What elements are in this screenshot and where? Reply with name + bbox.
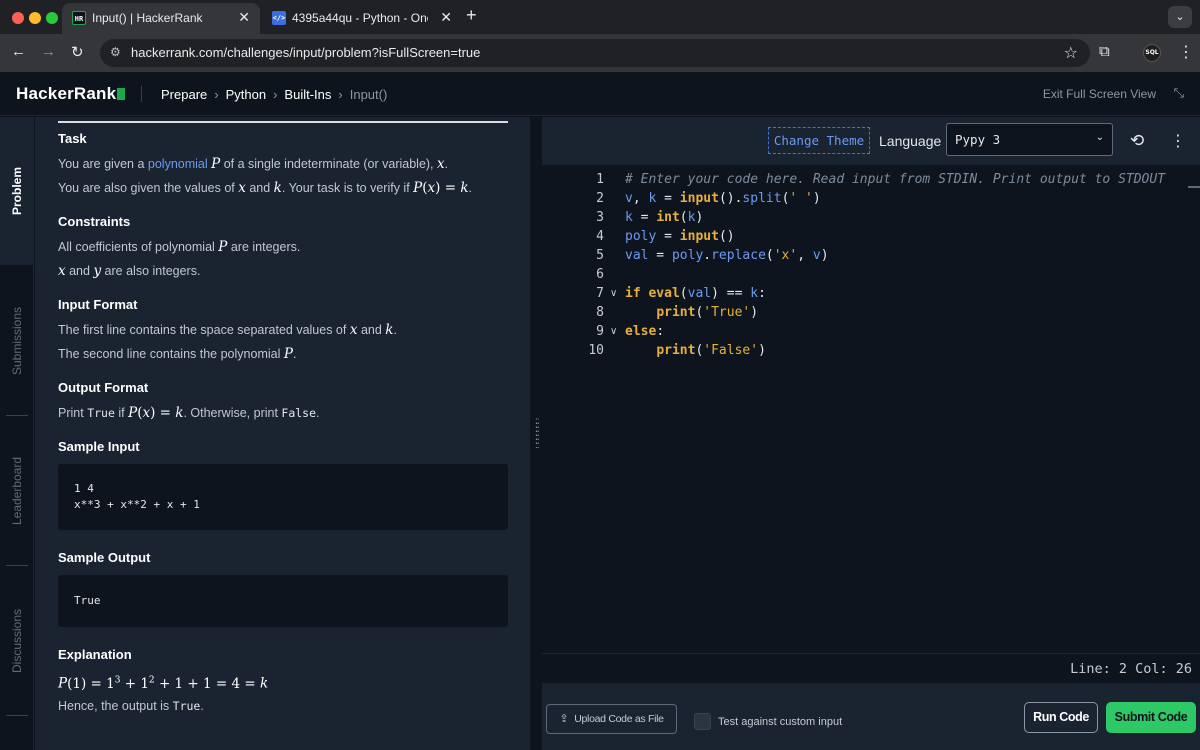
fold-chevron-icon[interactable]: ∨ <box>610 284 617 303</box>
upload-code-button[interactable]: ⇪ Upload Code as File <box>546 704 677 734</box>
code-line-2: v, k = input().split(' ') <box>625 191 821 206</box>
maximize-window-button[interactable] <box>46 12 58 24</box>
site-header: HackerRank Prepare › Python › Built-Ins › Inpu… <box>0 72 1200 116</box>
sample-output-block: True <box>58 575 508 627</box>
restore-history-icon[interactable]: ⟲ <box>1130 131 1144 151</box>
browser-tab-bar: HR Input() | HackerRank ✕ </> 4395a44qu … <box>0 0 1200 34</box>
code-line-3: k = int(k) <box>625 210 704 225</box>
action-bar: ⇪ Upload Code as File Test against custom… <box>542 683 1200 750</box>
upload-icon: ⇪ <box>559 713 569 725</box>
task-text-1: You are given a polynomial P of a single… <box>58 156 449 172</box>
editor-toolbar: Change Theme Language Pypy 3 ⌄ ⟲ ⋮ <box>542 117 1200 165</box>
tab-onecompiler[interactable]: </> 4395a44qu - Python - OneCo ✕ <box>262 3 462 34</box>
fold-chevron-icon[interactable]: ∨ <box>610 322 617 341</box>
minimize-window-button[interactable] <box>29 12 41 24</box>
output-format-text: Print True if P(x) = k. Otherwise, print… <box>58 405 320 421</box>
url-field[interactable]: ⚙ hackerrank.com/challenges/input/proble… <box>100 39 1090 67</box>
constraint-2: x and y are also integers. <box>58 263 201 279</box>
tab-hackerrank[interactable]: HR Input() | HackerRank ✕ <box>62 3 260 34</box>
code-favicon-icon: </> <box>272 11 286 25</box>
close-tab-icon[interactable]: ✕ <box>440 9 452 26</box>
change-theme-button[interactable]: Change Theme <box>768 127 870 154</box>
editor-panel: Change Theme Language Pypy 3 ⌄ ⟲ ⋮ 1 2 3… <box>542 117 1200 750</box>
code-line-8: print('True') <box>656 305 759 320</box>
address-bar: ← → ↻ ⚙ hackerrank.com/challenges/input/… <box>0 34 1200 72</box>
rail-tab-problem[interactable]: Problem <box>0 117 34 265</box>
line-number-gutter: 1 2 3 4 5 6 7 ∨ 8 9 ∨ 10 <box>588 172 618 358</box>
constraints-heading: Constraints <box>58 214 131 229</box>
tab-search-chevron-icon[interactable]: ⌄ <box>1168 6 1192 28</box>
back-arrow-icon[interactable]: ← <box>11 43 26 60</box>
site-settings-icon[interactable]: ⚙ <box>110 45 121 59</box>
breadcrumb: Prepare › Python › Built-Ins › Input() <box>161 87 388 102</box>
editor-scrollbar[interactable] <box>1188 186 1200 188</box>
sample-input-heading: Sample Input <box>58 439 140 454</box>
explanation-text: Hence, the output is True. <box>58 698 204 713</box>
polynomial-link[interactable]: polynomial <box>148 157 208 171</box>
run-code-button[interactable]: Run Code <box>1024 702 1098 733</box>
url-text: hackerrank.com/challenges/input/problem?… <box>131 45 481 60</box>
breadcrumb-python[interactable]: Python <box>226 87 266 102</box>
output-format-heading: Output Format <box>58 380 149 395</box>
constraint-1: All coefficients of polynomial P are int… <box>58 239 301 255</box>
tab-title: Input() | HackerRank <box>92 11 203 25</box>
input-format-1: The first line contains the space separa… <box>58 322 397 338</box>
forward-arrow-icon[interactable]: → <box>41 43 56 60</box>
rail-tab-discussions[interactable]: Discussions <box>0 567 34 715</box>
custom-input-checkbox[interactable] <box>694 713 711 730</box>
task-heading: Task <box>58 131 87 146</box>
language-value: Pypy 3 <box>955 132 1001 147</box>
profile-avatar[interactable]: SQL <box>1143 44 1161 62</box>
side-rail: Problem Submissions Leaderboard Discussi… <box>0 117 34 750</box>
chevron-down-icon: ⌄ <box>1095 132 1104 143</box>
sample-input-block: 1 4 x**3 + x**2 + x + 1 <box>58 464 508 530</box>
extensions-puzzle-icon[interactable]: ⧉ <box>1099 43 1110 60</box>
bookmark-star-icon[interactable]: ☆ <box>1064 43 1078 63</box>
code-line-5: val = poly.replace('x', v) <box>625 248 829 263</box>
breadcrumb-current: Input() <box>349 87 388 102</box>
editor-status-bar: Line: 2 Col: 26 <box>542 653 1200 683</box>
new-tab-icon[interactable]: + <box>466 5 477 26</box>
code-line-4: poly = input() <box>625 229 735 244</box>
breadcrumb-built-ins[interactable]: Built-Ins <box>284 87 331 102</box>
resize-handle[interactable]: :::::::::::::: <box>535 417 539 451</box>
code-line-9: else: <box>625 324 665 339</box>
code-line-10: print('False') <box>656 343 766 358</box>
problem-panel: Task You are given a polynomial P of a s… <box>35 117 530 750</box>
exit-fullscreen-link[interactable]: Exit Full Screen View <box>1043 87 1156 101</box>
tab-title: 4395a44qu - Python - OneCo <box>292 11 428 25</box>
cursor-position: Line: 2 Col: 26 <box>1070 661 1192 677</box>
sample-output-heading: Sample Output <box>58 550 151 565</box>
close-window-button[interactable] <box>12 12 24 24</box>
language-label: Language <box>879 133 942 149</box>
submit-code-button[interactable]: Submit Code <box>1106 702 1196 733</box>
hackerrank-logo[interactable]: HackerRank <box>16 84 126 104</box>
rail-tab-submissions[interactable]: Submissions <box>0 267 34 415</box>
code-editor[interactable]: 1 2 3 4 5 6 7 ∨ 8 9 ∨ 10 # Enter your co… <box>542 165 1200 653</box>
more-options-icon[interactable]: ⋮ <box>1170 131 1186 151</box>
code-line-1: # Enter your code here. Read input from … <box>625 172 1166 187</box>
task-text-2: You are also given the values of x and k… <box>58 180 472 196</box>
collapse-icon[interactable]: ⤡ <box>1174 85 1184 101</box>
rail-tab-leaderboard[interactable]: Leaderboard <box>0 417 34 565</box>
code-line-7: if eval(val) == k: <box>625 286 766 301</box>
close-tab-icon[interactable]: ✕ <box>238 9 250 26</box>
breadcrumb-prepare[interactable]: Prepare <box>161 87 207 102</box>
input-format-2: The second line contains the polynomial … <box>58 346 297 362</box>
reload-icon[interactable]: ↻ <box>71 43 84 61</box>
explanation-formula: P(1) = 13 + 12 + 1 + 1 = 4 = k <box>58 675 269 692</box>
explanation-heading: Explanation <box>58 647 132 662</box>
custom-input-label[interactable]: Test against custom input <box>718 716 842 728</box>
language-select[interactable]: Pypy 3 ⌄ <box>946 123 1113 156</box>
hackerrank-favicon-icon: HR <box>72 11 86 25</box>
browser-menu-icon[interactable]: ⋮ <box>1178 42 1194 62</box>
input-format-heading: Input Format <box>58 297 138 312</box>
